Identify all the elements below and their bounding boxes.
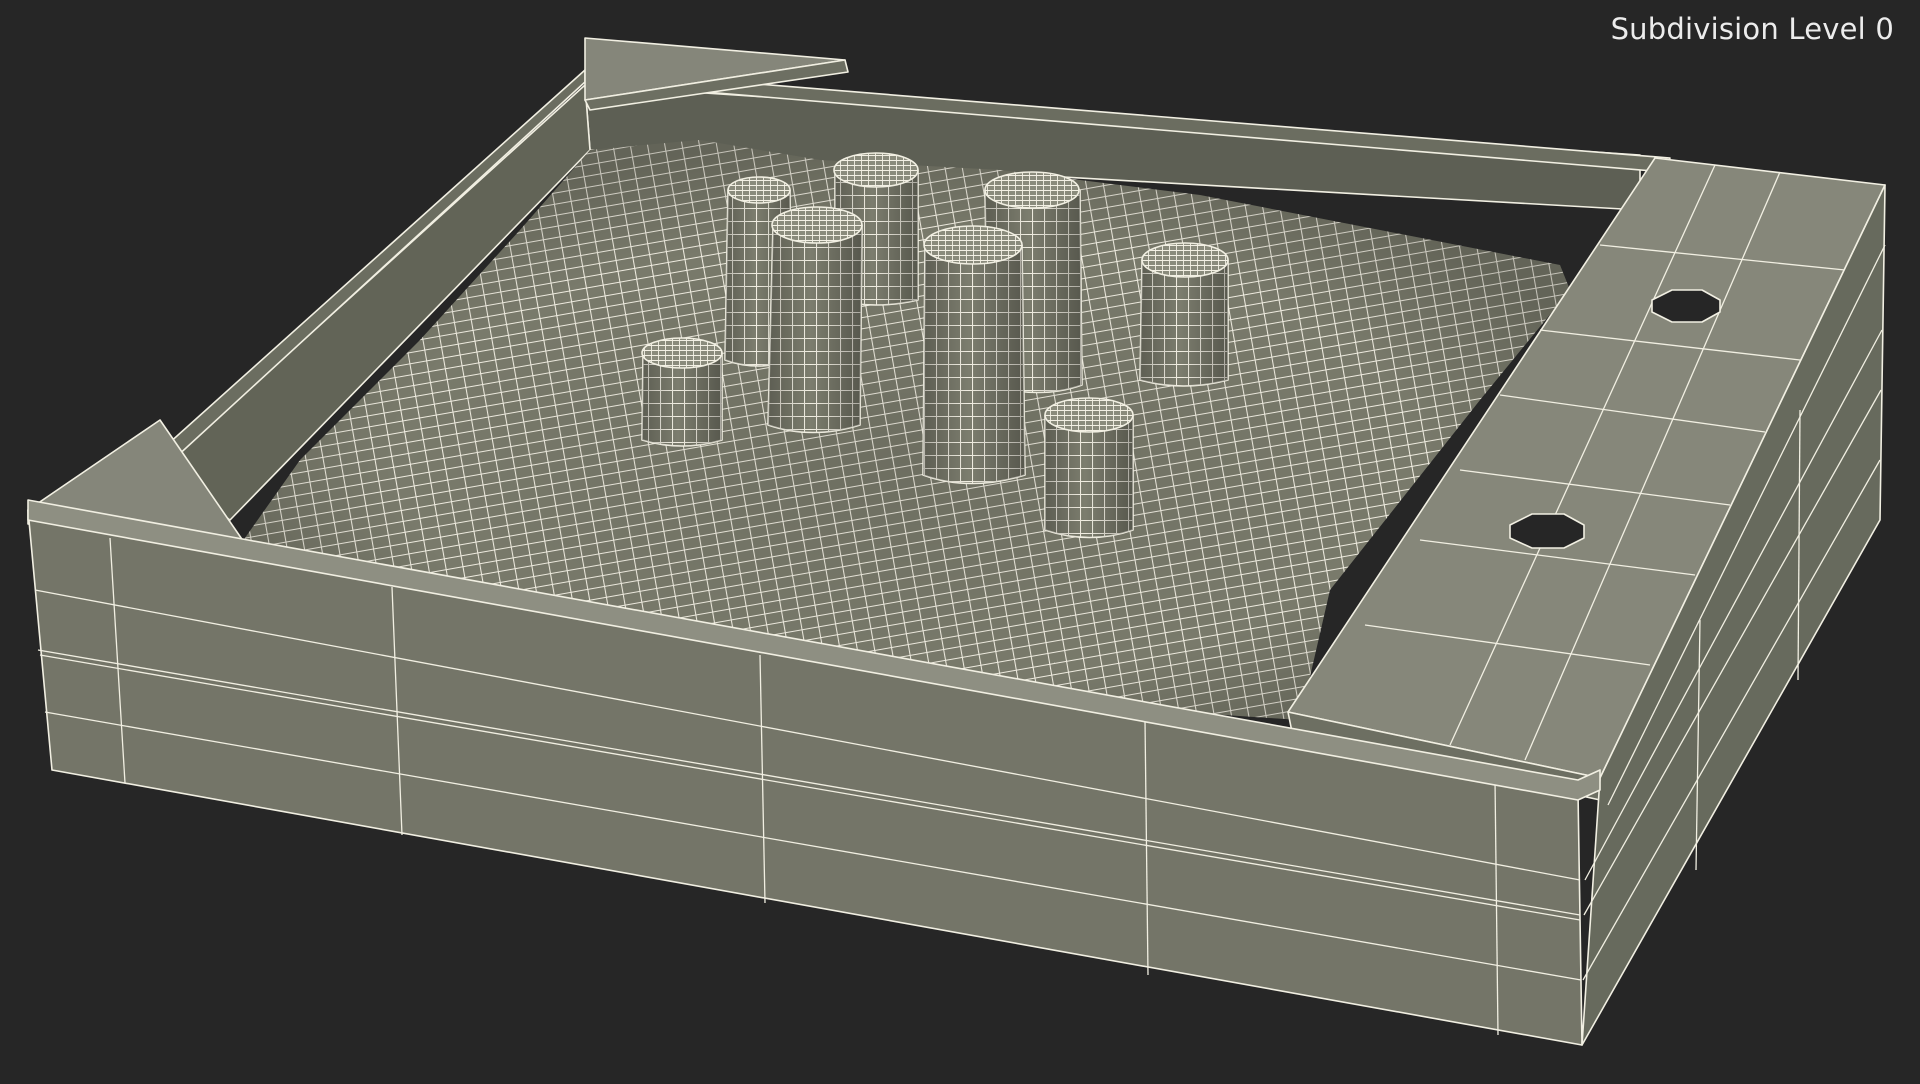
- 3d-viewport[interactable]: Subdivision Level 0: [0, 0, 1920, 1080]
- subdivision-level-label: Subdivision Level 0: [1610, 12, 1894, 46]
- sandbox-model-render: [27, 37, 1886, 1046]
- bench-hole-1: [1651, 289, 1721, 323]
- castle-5: [922, 225, 1026, 485]
- castle-8: [1044, 397, 1134, 539]
- castle-4: [767, 206, 863, 434]
- castle-7: [641, 337, 723, 447]
- sandbox-model: [27, 37, 1886, 1046]
- bench-hole-2: [1509, 513, 1585, 549]
- castle-6: [1139, 242, 1229, 387]
